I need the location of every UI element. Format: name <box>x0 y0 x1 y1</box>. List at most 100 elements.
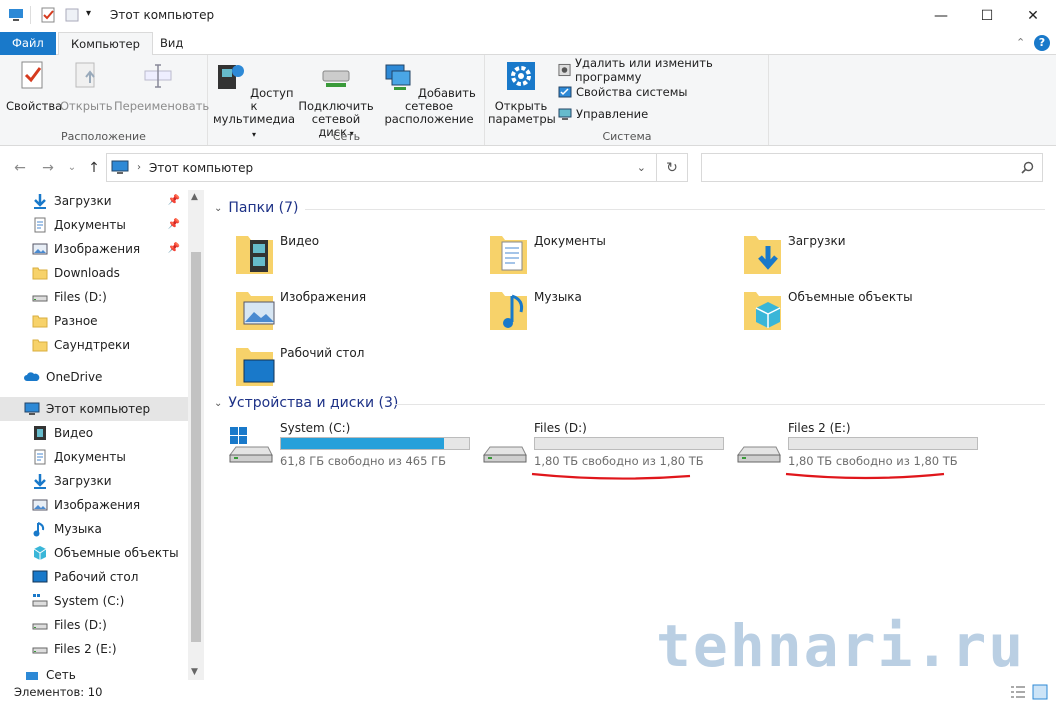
folder-desktop[interactable]: Рабочий стол <box>234 340 364 392</box>
document-icon <box>34 449 46 465</box>
maximize-button[interactable]: ☐ <box>964 0 1010 32</box>
close-button[interactable]: ✕ <box>1010 0 1056 32</box>
minimize-button[interactable]: — <box>918 0 964 32</box>
sidebar-item-label: Документы <box>54 218 126 232</box>
sidebar-item-soundtracks[interactable]: Саундтреки <box>0 333 188 357</box>
folder-label: Загрузки <box>788 234 846 248</box>
folder-documents[interactable]: Документы <box>488 228 606 280</box>
sidebar-item-misc[interactable]: Разное <box>0 309 188 333</box>
media-label-2: мультимедиа <box>213 112 296 126</box>
item-count: Элементов: 10 <box>14 685 103 699</box>
scrollbar-thumb[interactable] <box>191 252 201 642</box>
sidebar-item-label: Объемные объекты <box>54 546 179 560</box>
drive-name: Files 2 (E:) <box>788 421 851 435</box>
new-folder-qa-icon[interactable] <box>64 7 80 23</box>
open-settings-button[interactable]: Открыть параметры <box>488 59 556 126</box>
sidebar-item-label: OneDrive <box>46 370 103 384</box>
sidebar-item-label: Загрузки <box>54 474 112 488</box>
folder-label: Документы <box>534 234 606 248</box>
map-network-drive-button[interactable]: Подключить сетевой диск ▾ <box>297 59 375 140</box>
pin-icon[interactable]: 📌 <box>168 243 180 254</box>
sidebar-item-downloads-quick[interactable]: Загрузки 📌 <box>0 189 188 213</box>
sidebar-item-documents[interactable]: Документы <box>0 445 188 469</box>
folder-pictures[interactable]: Изображения <box>234 284 366 336</box>
sidebar-item-files-d[interactable]: Files (D:) <box>0 613 188 637</box>
document-icon <box>34 217 46 233</box>
downloads-folder-icon <box>744 236 781 274</box>
details-view-icon[interactable] <box>1010 685 1026 699</box>
sidebar-item-videos[interactable]: Видео <box>0 421 188 445</box>
drive-icon <box>32 295 48 302</box>
scroll-up-icon[interactable]: ▲ <box>191 192 198 202</box>
uninstall-label: Удалить или изменить программу <box>575 56 713 84</box>
add-location-label-2: расположение <box>384 112 474 126</box>
drives-section-header[interactable]: ⌄ Устройства и диски (3) <box>214 395 398 411</box>
sidebar-item-downloads-folder[interactable]: Downloads <box>0 261 188 285</box>
properties-qa-icon[interactable] <box>40 7 56 23</box>
folder-3d-objects[interactable]: Объемные объекты <box>742 284 913 336</box>
rename-button[interactable]: Переименовать <box>114 59 209 113</box>
tab-computer[interactable]: Компьютер <box>58 32 153 56</box>
folders-section-title: Папки (7) <box>228 200 299 216</box>
sidebar-item-documents-quick[interactable]: Документы 📌 <box>0 213 188 237</box>
drive-icon <box>32 623 48 630</box>
sidebar-item-network[interactable]: Сеть <box>0 668 188 680</box>
media-icon <box>218 65 245 89</box>
open-button[interactable]: Открыть <box>60 59 113 113</box>
manage-button[interactable]: Управление <box>558 105 648 123</box>
sidebar-item-pictures[interactable]: Изображения <box>0 493 188 517</box>
up-button[interactable]: ↑ <box>84 158 104 178</box>
drive-system-c[interactable]: System (C:) 61,8 ГБ свободно из 465 ГБ <box>228 421 478 473</box>
media-access-button[interactable]: Доступ к мультимедиа ▾ <box>213 59 295 141</box>
pin-icon[interactable]: 📌 <box>168 195 180 206</box>
refresh-button[interactable]: ↻ <box>657 160 687 176</box>
large-icons-view-icon[interactable] <box>1032 684 1048 700</box>
computer-icon <box>111 160 129 174</box>
pin-icon[interactable]: 📌 <box>168 219 180 230</box>
folder-videos[interactable]: Видео <box>234 228 319 280</box>
qa-dropdown-icon[interactable]: ▾ <box>86 8 91 19</box>
sidebar-item-system-c[interactable]: System (C:) <box>0 589 188 613</box>
sidebar-item-files-d-quick[interactable]: Files (D:) <box>0 285 188 309</box>
sidebar-item-music[interactable]: Музыка <box>0 517 188 541</box>
folder-label: Изображения <box>280 290 367 304</box>
sidebar-item-onedrive[interactable]: OneDrive <box>0 365 188 389</box>
recent-locations-button[interactable]: ⌄ <box>62 158 82 178</box>
sidebar-item-label: Загрузки <box>54 194 112 208</box>
help-icon[interactable]: ? <box>1034 35 1050 51</box>
window-title: Этот компьютер <box>110 8 215 22</box>
address-bar[interactable]: › Этот компьютер ⌄ ↻ <box>106 153 688 182</box>
sidebar-item-label: Сеть <box>46 668 76 680</box>
ribbon-group-location: Свойства Открыть Переименовать Расположе… <box>0 55 209 145</box>
ribbon-tabs: Файл Компьютер Вид ⌃ ? <box>0 32 1056 56</box>
properties-button[interactable]: Свойства <box>6 59 62 113</box>
tab-file[interactable]: Файл <box>0 32 56 55</box>
search-input[interactable] <box>701 153 1043 182</box>
open-icon <box>75 62 95 88</box>
folders-section-header[interactable]: ⌄ Папки (7) <box>214 200 299 216</box>
sidebar-item-downloads[interactable]: Загрузки <box>0 469 188 493</box>
sidebar-item-3d-objects[interactable]: Объемные объекты <box>0 541 188 565</box>
sidebar-item-desktop[interactable]: Рабочий стол <box>0 565 188 589</box>
uninstall-program-button[interactable]: Удалить или изменить программу <box>558 56 768 84</box>
breadcrumb-this-pc[interactable]: Этот компьютер <box>149 161 253 175</box>
desktop-folder-icon <box>236 348 275 386</box>
folder-icon <box>32 267 48 280</box>
sidebar-item-this-pc[interactable]: Этот компьютер <box>0 397 188 421</box>
folder-music[interactable]: Музыка <box>488 284 582 336</box>
forward-button[interactable]: → <box>38 158 58 178</box>
tab-view[interactable]: Вид <box>148 32 195 55</box>
folder-downloads[interactable]: Загрузки <box>742 228 846 280</box>
drive-name: System (C:) <box>280 421 351 435</box>
chevron-down-icon: ⌄ <box>214 202 223 214</box>
scroll-down-icon[interactable]: ▼ <box>191 667 198 677</box>
system-properties-button[interactable]: Свойства системы <box>558 83 687 101</box>
chevron-down-icon: ⌄ <box>214 397 223 409</box>
sidebar-item-files2-e[interactable]: Files 2 (E:) <box>0 637 188 661</box>
collapse-ribbon-icon[interactable]: ⌃ <box>1016 36 1025 49</box>
address-dropdown-icon[interactable]: ⌄ <box>637 161 646 174</box>
manage-icon <box>558 108 572 120</box>
add-network-location-button[interactable]: Добавить сетевое расположение <box>377 59 481 126</box>
sidebar-item-pictures-quick[interactable]: Изображения 📌 <box>0 237 188 261</box>
back-button[interactable]: ← <box>10 158 30 178</box>
